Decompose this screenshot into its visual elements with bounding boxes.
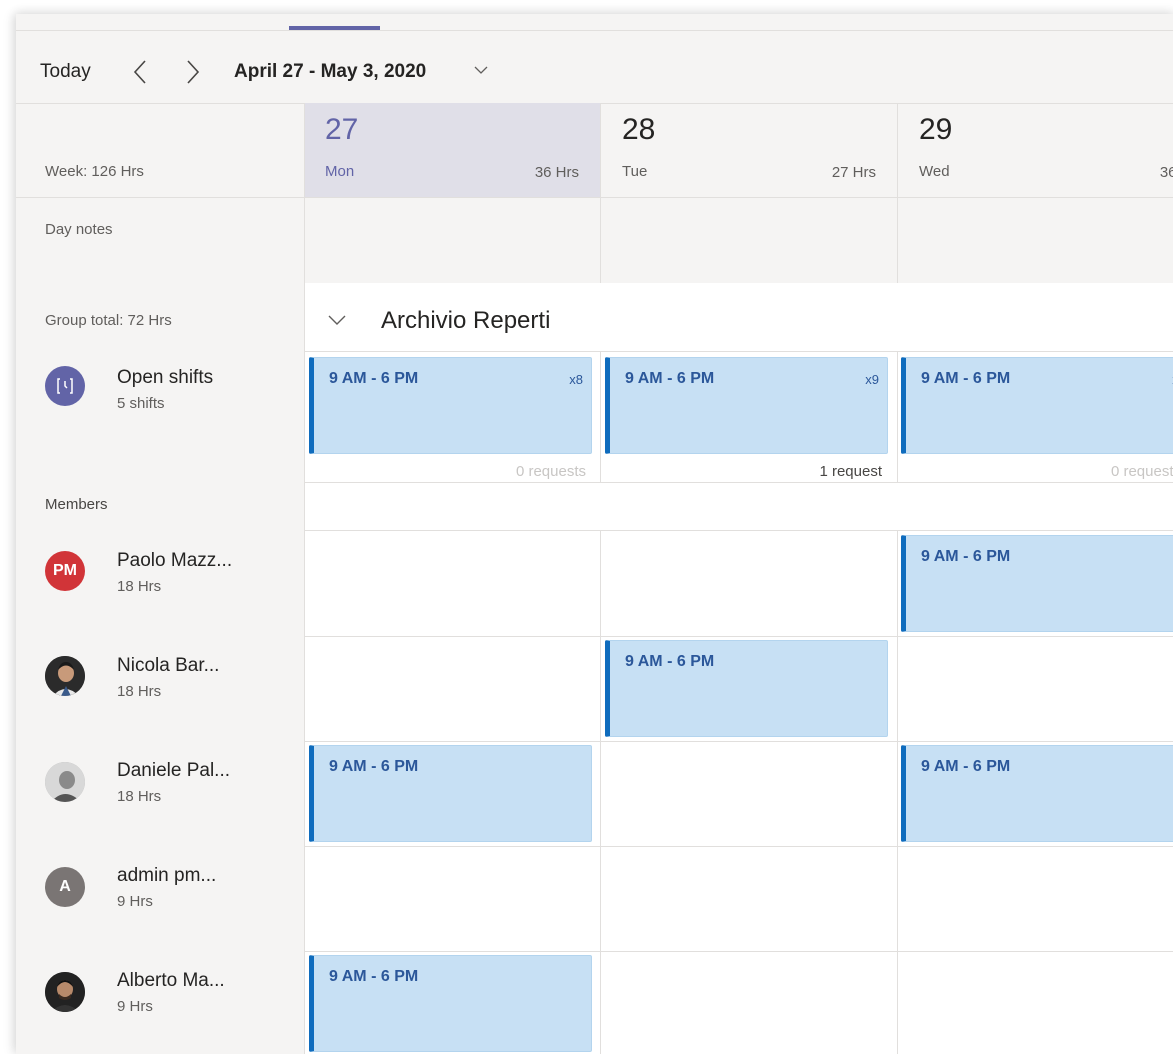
member-name[interactable]: Daniele Pal... xyxy=(117,760,230,782)
day-number: 27 xyxy=(325,113,359,146)
person-photo-icon xyxy=(45,762,85,802)
open-shift-card-mon[interactable]: 9 AM - 6 PM x8 xyxy=(309,357,592,454)
shift-card[interactable]: 9 AM - 6 PM xyxy=(901,745,1173,842)
day-header-mon[interactable]: 27 Mon 36 Hrs xyxy=(304,103,600,197)
day-notes-cell-mon[interactable] xyxy=(304,198,600,282)
avatar[interactable] xyxy=(45,656,85,696)
chevron-left-icon[interactable] xyxy=(133,59,147,85)
avatar[interactable]: PM xyxy=(45,551,85,591)
request-count[interactable]: 1 request xyxy=(612,463,882,480)
active-tab-indicator xyxy=(289,26,380,30)
shift-card[interactable]: 9 AM - 6 PM xyxy=(309,955,592,1052)
member-name[interactable]: Nicola Bar... xyxy=(117,655,219,677)
member-name[interactable]: Paolo Mazz... xyxy=(117,550,232,572)
open-shifts-icon xyxy=(45,366,85,406)
divider xyxy=(304,636,1173,637)
shift-slot-count: x8 xyxy=(569,372,583,387)
avatar[interactable]: A xyxy=(45,867,85,907)
day-header-row: Week: 126 Hrs 27 Mon 36 Hrs 28 Tue 27 Hr… xyxy=(16,103,1173,197)
chevron-down-icon[interactable] xyxy=(327,314,347,326)
member-hours: 18 Hrs xyxy=(117,788,162,805)
schedule-frame: Today April 27 - May 3, 2020 Week: 126 H… xyxy=(16,14,1173,1054)
toolbar: Today April 27 - May 3, 2020 xyxy=(16,31,1173,103)
day-hours: 36 Hrs xyxy=(1159,164,1173,181)
today-button[interactable]: Today xyxy=(40,61,91,83)
shift-time: 9 AM - 6 PM xyxy=(329,370,419,387)
divider xyxy=(897,352,898,482)
divider xyxy=(304,482,1173,483)
divider xyxy=(304,741,1173,742)
person-photo-icon xyxy=(45,656,85,696)
shift-time: 9 AM - 6 PM xyxy=(921,758,1011,775)
open-shift-card-tue[interactable]: 9 AM - 6 PM x9 xyxy=(605,357,888,454)
chevron-right-icon[interactable] xyxy=(186,59,200,85)
divider xyxy=(897,531,898,1054)
shift-time: 9 AM - 6 PM xyxy=(625,370,715,387)
shift-card[interactable]: 9 AM - 6 PM xyxy=(309,745,592,842)
member-hours: 18 Hrs xyxy=(117,578,162,595)
divider xyxy=(600,531,601,1054)
day-number: 28 xyxy=(622,113,656,146)
shift-time: 9 AM - 6 PM xyxy=(329,758,419,775)
person-photo-icon xyxy=(45,972,85,1012)
members-label: Members xyxy=(45,496,108,513)
member-hours: 18 Hrs xyxy=(117,683,162,700)
divider xyxy=(304,351,1173,352)
open-shifts-title: Open shifts xyxy=(117,367,214,388)
divider xyxy=(304,951,1173,952)
avatar[interactable] xyxy=(45,762,85,802)
week-total: Week: 126 Hrs xyxy=(45,163,144,180)
day-name: Mon xyxy=(325,163,355,180)
divider xyxy=(897,103,898,283)
member-name[interactable]: admin pm... xyxy=(117,865,216,887)
day-number: 29 xyxy=(919,113,953,146)
divider xyxy=(304,846,1173,847)
shift-slot-count: x9 xyxy=(865,372,879,387)
member-name[interactable]: Alberto Ma... xyxy=(117,970,225,992)
day-header-tue[interactable]: 28 Tue 27 Hrs xyxy=(601,103,897,197)
day-notes-cell-wed[interactable] xyxy=(898,198,1173,282)
day-hours: 36 Hrs xyxy=(534,164,579,181)
day-name: Wed xyxy=(919,163,950,180)
divider xyxy=(600,352,601,482)
day-notes-label: Day notes xyxy=(45,221,113,238)
chevron-down-icon[interactable] xyxy=(474,65,488,75)
divider xyxy=(304,530,1173,531)
shift-card[interactable]: 9 AM - 6 PM xyxy=(605,640,888,737)
request-count[interactable]: 0 requests xyxy=(316,463,586,480)
member-hours: 9 Hrs xyxy=(117,998,153,1015)
day-name: Tue xyxy=(622,163,648,180)
shift-time: 9 AM - 6 PM xyxy=(921,370,1011,387)
divider xyxy=(600,103,601,283)
member-hours: 9 Hrs xyxy=(117,893,153,910)
request-count[interactable]: 0 requests xyxy=(909,463,1173,480)
shift-time: 9 AM - 6 PM xyxy=(625,653,715,670)
day-notes-cell-tue[interactable] xyxy=(601,198,897,282)
date-range-picker[interactable]: April 27 - May 3, 2020 xyxy=(234,61,426,83)
day-header-wed[interactable]: 29 Wed 36 Hrs xyxy=(898,103,1173,197)
group-name[interactable]: Archivio Reperti xyxy=(381,307,550,335)
divider xyxy=(304,103,305,1054)
avatar[interactable] xyxy=(45,972,85,1012)
open-shifts-count: 5 shifts xyxy=(117,395,165,412)
group-total: Group total: 72 Hrs xyxy=(45,312,172,329)
shift-card[interactable]: 9 AM - 6 PM xyxy=(901,535,1173,632)
shift-time: 9 AM - 6 PM xyxy=(329,968,419,985)
day-hours: 27 Hrs xyxy=(831,164,876,181)
shift-time: 9 AM - 6 PM xyxy=(921,548,1011,565)
open-shift-card-wed[interactable]: 9 AM - 6 PM x8 xyxy=(901,357,1173,454)
